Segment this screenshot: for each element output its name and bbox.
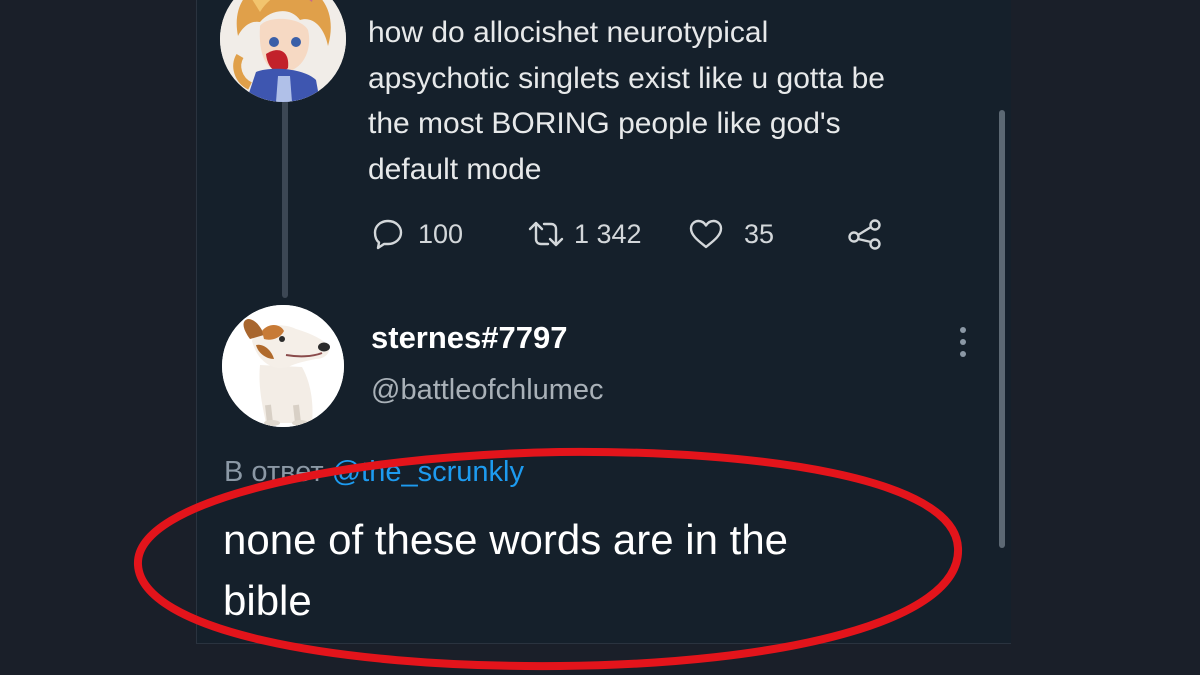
parent-tweet-text: how do allocishet neurotypical apsychoti… — [368, 10, 988, 192]
heart-icon — [689, 219, 723, 249]
thread-connector-line — [282, 100, 288, 298]
tweet-text-line: how do allocishet neurotypical — [368, 16, 769, 49]
retweet-icon — [528, 221, 564, 247]
reply-handle[interactable]: @battleofchlumec — [371, 374, 604, 407]
reply-icon — [373, 219, 403, 250]
tweet-text-line: apsychotic singlets exist like u gotta b… — [368, 61, 885, 95]
reply-button[interactable]: 100 — [372, 210, 463, 258]
reply-tweet-text: none of these words are in the bible — [223, 509, 983, 631]
like-button[interactable]: 35 — [688, 210, 774, 258]
reply-display-name[interactable]: sternes#7797 — [371, 320, 568, 356]
tweet-text-line: the most BORING people like god's — [368, 107, 841, 140]
replying-to-line: В ответ @the_scrunkly — [224, 456, 524, 489]
tweet-action-bar: 100 1 342 35 — [368, 210, 908, 258]
share-button[interactable] — [846, 210, 884, 258]
dog-avatar-icon — [222, 305, 344, 427]
replying-to-prefix: В ответ — [224, 456, 324, 488]
reply-author-avatar[interactable] — [222, 305, 344, 427]
scrollbar[interactable] — [999, 110, 1005, 548]
tweet-text-line: bible — [223, 577, 312, 624]
reply-mention-link[interactable]: @the_scrunkly — [332, 456, 524, 488]
more-vertical-icon — [960, 327, 966, 357]
retweet-count: 1 342 — [574, 218, 642, 249]
tweet-text-line: none of these words are in the — [223, 516, 789, 563]
share-icon — [848, 219, 881, 250]
like-count: 35 — [744, 218, 775, 249]
retweet-button[interactable]: 1 342 — [526, 210, 642, 258]
reply-count: 100 — [418, 218, 464, 249]
more-options-button[interactable] — [952, 324, 974, 360]
tweet-text-line: default mode — [368, 152, 542, 186]
